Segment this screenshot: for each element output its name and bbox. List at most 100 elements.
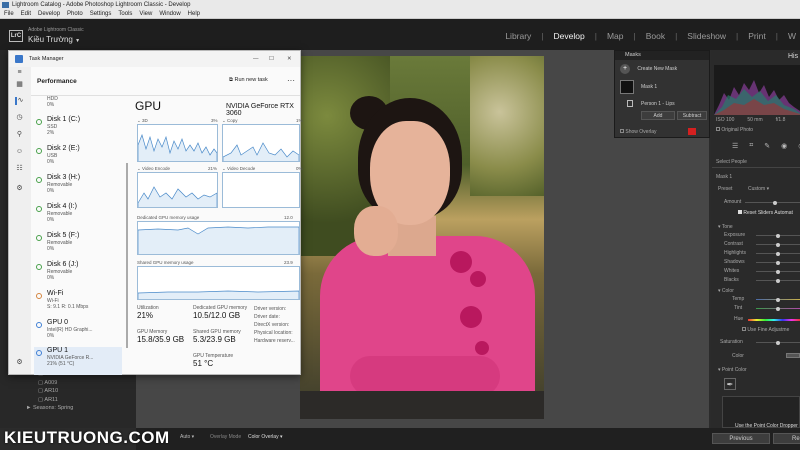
color-swatch[interactable]	[786, 353, 800, 358]
temp-slider[interactable]	[756, 297, 800, 302]
previous-button[interactable]: Previous	[712, 433, 770, 444]
module-develop[interactable]: Develop	[554, 31, 585, 41]
contrast-label: Contrast	[724, 241, 743, 247]
contrast-slider[interactable]	[756, 242, 800, 247]
status-dot-icon	[36, 148, 42, 154]
point-color-section[interactable]: ▾ Point Color	[718, 367, 747, 373]
status-dot-icon	[36, 350, 42, 356]
collection-set[interactable]: ► Seasons: Spring	[26, 404, 73, 413]
add-mask-button[interactable]: Add	[641, 111, 675, 120]
menu-edit[interactable]: Edit	[21, 10, 31, 18]
show-overlay-checkbox[interactable]: Show Overlay	[620, 129, 657, 135]
module-print[interactable]: Print	[748, 31, 765, 41]
tint-slider[interactable]	[756, 306, 800, 311]
device-disk-3[interactable]: Disk 3 (H:) Removable 0%	[34, 174, 120, 202]
original-photo-checkbox[interactable]: Original Photo	[716, 127, 753, 133]
collection-item[interactable]: ▢ A009	[26, 379, 73, 388]
graph-decode-pct: 0%	[296, 166, 303, 171]
users-icon[interactable]: ☺	[15, 148, 24, 156]
lr-user-name[interactable]: Kiều Trường ▼	[28, 35, 80, 44]
collection-item[interactable]: ▢ AR11	[26, 396, 73, 405]
exposure-label: Exposure	[724, 232, 746, 238]
device-disk-6[interactable]: Disk 6 (J:) Removable 0%	[34, 261, 120, 289]
collection-item[interactable]: ▢ AR10	[26, 387, 73, 396]
reset-sliders-checkbox[interactable]: Reset Sliders Automat	[738, 210, 793, 216]
menu-icon[interactable]: ≡	[15, 69, 24, 77]
device-gpu-0[interactable]: GPU 0 Intel(R) HD Graphi... 0%	[34, 319, 120, 347]
status-dot-icon	[36, 206, 42, 212]
preset-dropdown[interactable]: Custom ▾	[748, 186, 769, 192]
reset-button[interactable]: Re	[773, 433, 800, 444]
performance-icon[interactable]: ∿	[15, 97, 24, 105]
point-color-dropper-icon[interactable]: ✒	[724, 378, 736, 390]
mask-1-label[interactable]: Mask 1	[641, 84, 657, 90]
details-icon[interactable]: ☷	[15, 165, 24, 173]
menu-help[interactable]: Help	[188, 10, 200, 18]
overlay-color-swatch[interactable]	[688, 128, 696, 135]
processes-icon[interactable]: ▦	[15, 81, 24, 89]
device-disk-4[interactable]: Disk 4 (I:) Removable 0%	[34, 203, 120, 231]
heal-icon[interactable]: ✎	[764, 142, 770, 150]
status-dot-icon	[36, 119, 42, 125]
menu-tools[interactable]: Tools	[118, 10, 132, 18]
device-disk-5[interactable]: Disk 5 (F:) Removable 0%	[34, 232, 120, 260]
select-people-label: Select People	[716, 159, 747, 165]
create-new-mask-button[interactable]: + Create New Mask	[620, 63, 706, 75]
menu-view[interactable]: View	[139, 10, 152, 18]
module-map[interactable]: Map	[607, 31, 624, 41]
subtract-mask-button[interactable]: Subtract	[677, 111, 707, 120]
auto-dropdown[interactable]: Auto ▾	[180, 434, 194, 440]
task-manager-title-bar[interactable]: Task Manager — ☐ ✕	[9, 51, 300, 67]
menu-develop[interactable]: Develop	[38, 10, 60, 18]
menu-file[interactable]: File	[4, 10, 14, 18]
tone-section[interactable]: ▾ Tone	[718, 224, 733, 230]
close-icon[interactable]: ✕	[287, 51, 292, 67]
collection-list: ▢ A006 ▢ A009 ▢ AR10 ▢ AR11 ► Seasons: S…	[26, 370, 73, 413]
blacks-slider[interactable]	[756, 278, 800, 283]
redeye-icon[interactable]: ◉	[781, 142, 787, 150]
more-options-icon[interactable]: ···	[287, 76, 295, 85]
device-list-scrollbar[interactable]	[126, 163, 128, 348]
amount-slider[interactable]	[745, 200, 800, 205]
module-book[interactable]: Book	[646, 31, 665, 41]
portrait-photo[interactable]	[300, 56, 544, 419]
sliders-icon[interactable]: ☰	[732, 142, 738, 150]
services-icon[interactable]: ⚙	[15, 185, 24, 193]
person-lips-item[interactable]: Person 1 - Lips	[641, 101, 675, 107]
saturation-slider[interactable]	[756, 340, 800, 345]
maximize-icon[interactable]: ☐	[269, 51, 274, 67]
overlay-mode-dropdown[interactable]: Color Overlay ▾	[248, 434, 282, 440]
device-gpu-1[interactable]: GPU 1 NVIDIA GeForce R... 21% (51 °C)	[34, 347, 122, 375]
minimize-icon[interactable]: —	[253, 51, 259, 67]
shadows-slider[interactable]	[756, 260, 800, 265]
exposure-slider[interactable]	[756, 233, 800, 238]
amount-label: Amount	[724, 199, 742, 205]
camera-info: ISO 100 50 mm f/1.8	[716, 117, 786, 123]
status-dot-icon	[36, 264, 42, 270]
dedicated-memory-fill	[137, 226, 300, 254]
startup-icon[interactable]: ⚲	[15, 131, 24, 139]
menu-settings[interactable]: Settings	[90, 10, 112, 18]
whites-label: Whites	[724, 268, 740, 274]
fine-adjust-checkbox[interactable]: Use Fine Adjustme	[742, 327, 789, 333]
module-web[interactable]: W	[788, 31, 796, 41]
menu-window[interactable]: Window	[159, 10, 180, 18]
color-section[interactable]: ▾ Color	[718, 288, 734, 294]
device-wifi[interactable]: Wi-Fi Wi-Fi S: 9.1 R: 0.1 Mbps	[34, 290, 120, 318]
device-hdd[interactable]: HDD 0%	[34, 96, 120, 110]
settings-icon[interactable]: ⚙	[15, 359, 24, 367]
highlights-slider[interactable]	[756, 251, 800, 256]
device-disk-2[interactable]: Disk 2 (E:) USB 0%	[34, 145, 120, 173]
whites-slider[interactable]	[756, 269, 800, 274]
shared-memory-fill	[137, 290, 300, 299]
crop-icon[interactable]: ⌗	[749, 142, 753, 150]
app-history-icon[interactable]: ◷	[15, 114, 24, 122]
module-slideshow[interactable]: Slideshow	[687, 31, 726, 41]
device-disk-1[interactable]: Disk 1 (C:) SSD 2%	[34, 116, 120, 144]
run-new-task-button[interactable]: ⧉ Run new task	[229, 77, 268, 84]
hue-slider[interactable]	[748, 319, 800, 321]
highlights-label: Highlights	[724, 250, 746, 256]
menu-photo[interactable]: Photo	[67, 10, 83, 18]
module-library[interactable]: Library	[505, 31, 531, 41]
mask-thumbnail[interactable]	[620, 80, 634, 94]
